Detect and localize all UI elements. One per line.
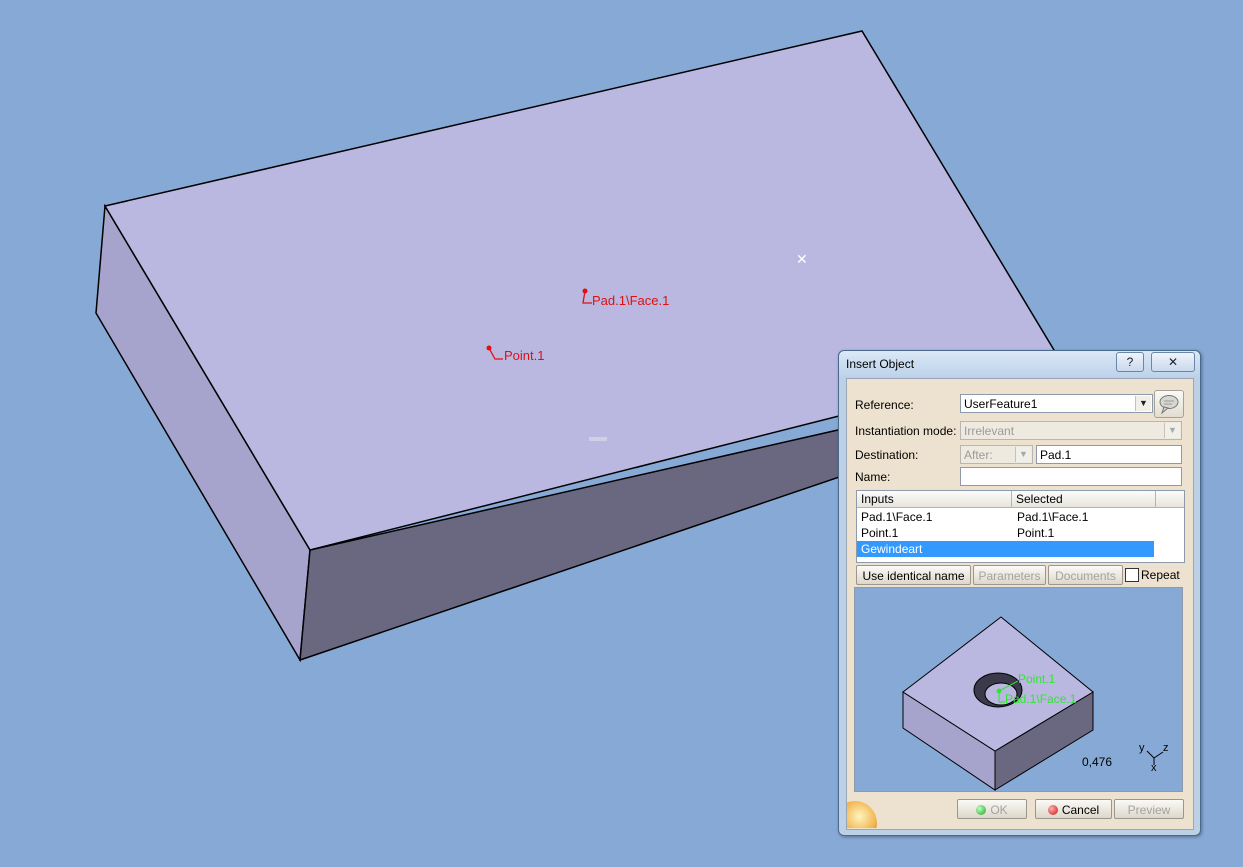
list-item[interactable]: Point.1 Point.1 — [857, 525, 1154, 541]
column-header-inputs[interactable]: Inputs — [857, 491, 1012, 508]
destination-mode-select[interactable]: After: ▼ — [960, 445, 1033, 464]
destination-label: Destination: — [855, 448, 919, 462]
selected-value: Point.1 — [1017, 526, 1055, 540]
dialog-titlebar[interactable]: Insert Object ? ✕ — [839, 351, 1200, 377]
input-name: Point.1 — [861, 526, 899, 540]
preview-face-label: Pad.1\Face.1 — [1005, 692, 1077, 706]
cancel-icon — [1047, 805, 1058, 815]
list-item[interactable]: Pad.1\Face.1 Pad.1\Face.1 — [857, 509, 1154, 525]
preview-viewer[interactable]: Point.1 Pad.1\Face.1 0,476 y z x — [854, 587, 1183, 792]
reference-select[interactable]: UserFeature1 ▼ — [960, 394, 1153, 413]
chevron-down-icon[interactable]: ▼ — [1015, 447, 1031, 462]
cancel-button[interactable]: Cancel — [1035, 799, 1112, 819]
axis-z-label: z — [1163, 742, 1169, 754]
selected-value: Pad.1\Face.1 — [1017, 510, 1089, 524]
speech-bubble-icon — [1159, 395, 1179, 415]
destination-input[interactable]: Pad.1 — [1036, 445, 1182, 464]
point1-label[interactable]: Point.1 — [504, 348, 544, 363]
name-input[interactable] — [960, 467, 1182, 486]
inputs-list[interactable]: Inputs Selected Pad.1\Face.1 Pad.1\Face.… — [856, 490, 1185, 563]
instantiation-mode-value: Irrelevant — [964, 424, 1015, 438]
zoom-readout: 0,476 — [1082, 755, 1113, 769]
parameters-button[interactable]: Parameters — [973, 565, 1046, 585]
chevron-down-icon[interactable]: ▼ — [1164, 423, 1180, 438]
catia-logo-icon — [847, 793, 893, 828]
axis-x-label: x — [1151, 762, 1157, 774]
preview-button[interactable]: Preview — [1114, 799, 1184, 819]
center-marker — [589, 437, 607, 441]
use-identical-name-button[interactable]: Use identical name — [856, 565, 971, 585]
documents-button[interactable]: Documents — [1048, 565, 1123, 585]
instantiation-mode-label: Instantiation mode: — [855, 424, 957, 438]
cancel-label: Cancel — [1061, 803, 1100, 817]
preview-solid — [902, 616, 1094, 791]
input-name: Gewindeart — [861, 542, 923, 556]
chevron-down-icon[interactable]: ▼ — [1135, 396, 1151, 411]
axis-y-label: y — [1139, 742, 1145, 754]
preview-point-label: Point.1 — [1018, 672, 1056, 686]
reference-value: UserFeature1 — [964, 397, 1038, 411]
dialog-title: Insert Object — [846, 357, 915, 371]
repeat-checkbox[interactable] — [1125, 568, 1139, 582]
destination-mode-value: After: — [964, 448, 993, 462]
insert-object-dialog: Insert Object ? ✕ Reference: UserFeature… — [838, 350, 1201, 836]
name-label: Name: — [855, 470, 891, 484]
dialog-body: Reference: UserFeature1 ▼ Instantiation … — [846, 378, 1194, 830]
cursor-x-icon: ✕ — [796, 252, 808, 268]
column-header-blank — [1156, 491, 1184, 508]
list-item[interactable]: Gewindeart — [857, 541, 1154, 557]
reference-label: Reference: — [855, 398, 914, 412]
ok-button[interactable]: OK — [957, 799, 1027, 819]
repeat-label[interactable]: Repeat — [1141, 568, 1180, 582]
help-button[interactable]: ? — [1116, 352, 1144, 372]
close-button[interactable]: ✕ — [1151, 352, 1195, 372]
face-label[interactable]: Pad.1\Face.1 — [592, 293, 669, 308]
ok-icon — [976, 805, 987, 815]
ok-label: OK — [990, 803, 1008, 817]
column-header-selected[interactable]: Selected — [1012, 491, 1156, 508]
speech-bubble-button[interactable] — [1154, 390, 1184, 418]
input-name: Pad.1\Face.1 — [861, 510, 933, 524]
instantiation-mode-select[interactable]: Irrelevant ▼ — [960, 421, 1182, 440]
